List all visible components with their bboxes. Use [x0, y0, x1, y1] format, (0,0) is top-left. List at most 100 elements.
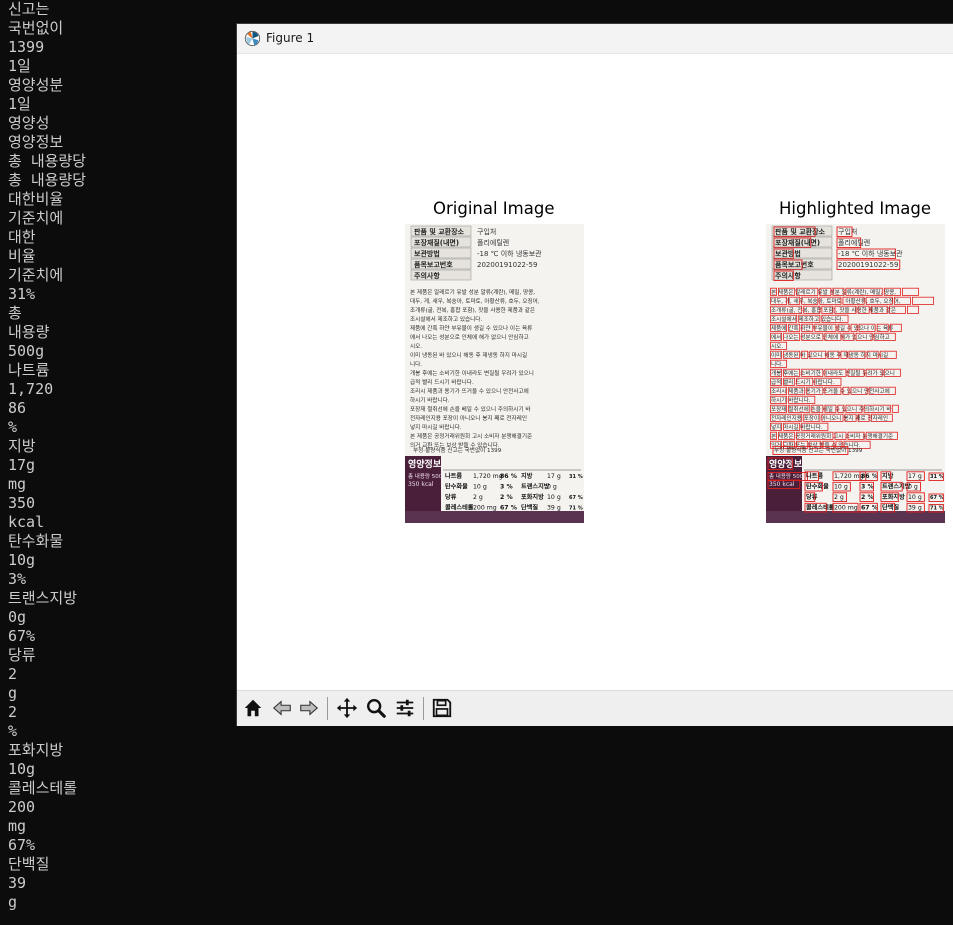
- terminal-line: 기준치에: [8, 266, 64, 284]
- nutrition-kcal: 350 kcal: [769, 481, 795, 488]
- terminal-line: 당류: [8, 646, 36, 664]
- label-row-key: 주의사항: [775, 271, 801, 280]
- label-paragraph-line: 조시설에서 제조하고 있습니다.: [410, 315, 482, 323]
- terminal-line: 영양성: [8, 114, 50, 132]
- terminal-line: 1일: [8, 57, 31, 75]
- terminal-line: 총 내용량당: [8, 171, 87, 189]
- label-paragraph-line: 시오.: [771, 343, 783, 350]
- label-row-value: 20200191022-59: [838, 261, 898, 269]
- zoom-icon: [367, 699, 386, 718]
- terminal-line: 2: [8, 703, 18, 721]
- configure-button[interactable]: [391, 694, 419, 722]
- terminal-output: 신고는 국번없이 1399 1일 영양성분 1일 영양성 영양정보 총 내용량당 총 내용량당 대한…: [8, 0, 86, 912]
- save-button[interactable]: [428, 694, 456, 722]
- label-paragraph-line: 본 제품은 공정거래위원회 고시 소비자 분쟁해결기준: [771, 432, 893, 440]
- label-paragraph-line: 개봉 후에는 소비기한 이내라도 변질될 우려가 있으니: [410, 369, 534, 377]
- nutrition-total: 총 내용량 500 g: [769, 472, 808, 480]
- label-row-key: 보관방법: [414, 249, 440, 258]
- terminal-line: 단백질: [8, 855, 50, 873]
- terminal-line: mg: [8, 817, 27, 835]
- window-title: Figure 1: [266, 31, 315, 45]
- back-button[interactable]: [268, 694, 296, 722]
- home-icon: [244, 699, 262, 717]
- terminal-line: 500g: [8, 342, 45, 360]
- terminal-line: 1일: [8, 95, 31, 113]
- terminal-line: 67%: [8, 627, 36, 645]
- label-row-key: 품목보고번호: [414, 260, 453, 269]
- nutrient-name: 지방: [521, 472, 533, 480]
- nutrient-percent: 67 %: [861, 505, 878, 512]
- nutrient-percent: 3 %: [500, 484, 513, 491]
- nutrient-percent: 71 %: [569, 506, 583, 512]
- matplotlib-icon: [244, 30, 261, 47]
- label-paragraph-line: 조시설에서 제조하고 있습니다.: [771, 315, 843, 323]
- nutrient-amount: 10 g: [547, 494, 561, 501]
- figure-canvas[interactable]: Original Image Highlighted Image 판품 및 교환…: [237, 54, 953, 690]
- nutrient-percent: 67 %: [569, 495, 583, 501]
- terminal-line: 내용량: [8, 323, 50, 341]
- nutrient-name: 콜레스테롤: [806, 504, 835, 512]
- nutrient-percent: 86 %: [500, 473, 517, 480]
- zoom-button[interactable]: [362, 694, 390, 722]
- nutrient-name: 단백질: [521, 504, 538, 512]
- nutrient-name: 나트륨: [806, 472, 823, 480]
- terminal-line: 1,720: [8, 380, 54, 398]
- label-paragraph-line: 하시기 바랍니다.: [771, 396, 811, 404]
- label-paragraph-line: 이미 냉동된 바 있으니 해동 후 재냉동 하지 마시길: [410, 351, 527, 359]
- terminal-line: 86: [8, 399, 27, 417]
- terminal-line: 350: [8, 494, 36, 512]
- label-row-key: 주의사항: [414, 271, 440, 280]
- terminal-line: 기준치에: [8, 209, 64, 227]
- label-paragraph-line: 니다.: [771, 360, 783, 368]
- terminal-line: 콜레스테롤: [8, 779, 78, 797]
- terminal-line: %: [8, 722, 18, 740]
- terminal-line: 10g: [8, 760, 36, 778]
- label-paragraph-line: 급적 빨리 드시기 바랍니다.: [771, 378, 835, 386]
- label-row-key: 판품 및 교환장소: [775, 227, 826, 236]
- terminal-line: 지방: [8, 437, 36, 455]
- highlighted-image: 판품 및 교환장소 구입처 포장재질(내면) 폴리에틸렌 보관방법 -18 ℃ 이하 냉동…: [766, 224, 945, 523]
- terminal-line: 67%: [8, 836, 36, 854]
- label-row-value: 폴리에틸렌: [477, 238, 509, 247]
- window-titlebar[interactable]: Figure 1: [237, 24, 953, 54]
- terminal-line: kcal: [8, 513, 45, 531]
- nutrient-percent: 71 %: [930, 506, 944, 512]
- label-row-value: 20200191022-59: [477, 261, 537, 269]
- axes-title-highlighted: Highlighted Image: [779, 199, 932, 218]
- label-paragraph-line: 대두, 게, 새우, 복숭아, 토마토, 아황산류, 호두, 오징어,: [410, 297, 540, 305]
- pan-button[interactable]: [333, 694, 361, 722]
- terminal-line: 200: [8, 798, 36, 816]
- forward-button[interactable]: [295, 694, 323, 722]
- nutrient-amount: 0 g: [547, 484, 557, 491]
- original-image: 판품 및 교환장소 구입처 포장재질(내면) 폴리에틸렌 보관방법 -18 ℃ 이하 냉동…: [405, 224, 584, 523]
- terminal-line: 탄수화물: [8, 532, 64, 550]
- nutrient-percent: 2 %: [861, 494, 874, 501]
- label-paragraph-line: 이미 냉동된 바 있으니 해동 후 재냉동 하지 마시길: [771, 351, 888, 359]
- figure-window[interactable]: Figure 1 Original Image Highlighted Imag…: [237, 24, 953, 726]
- terminal-line: g: [8, 684, 18, 702]
- terminal-line: 31%: [8, 285, 36, 303]
- label-paragraph-line: 전자레인지용 포장이 아니오니 봉지 째로 전자레인: [410, 414, 527, 422]
- nutrition-title: 영양정보: [408, 458, 442, 470]
- label-paragraph-line: 전자레인지용 포장이 아니오니 봉지 째로 전자레인: [771, 414, 888, 422]
- highlighted-label-svg: 판품 및 교환장소 구입처포장재질(내면) 폴리에틸렌보관방법 -18 ℃ 이하 냉동…: [766, 224, 945, 523]
- terminal-line: 39: [8, 874, 27, 892]
- terminal-line: g: [8, 893, 18, 911]
- label-paragraph-line: 조개류(굴, 전복, 홍합 포함), 잣을 사용한 제품과 같은: [771, 306, 896, 314]
- nutrient-name: 단백질: [882, 504, 899, 512]
- label-row-value: 폴리에틸렌: [838, 238, 870, 247]
- back-icon: [272, 700, 291, 716]
- label-paragraph-line: 본 제품은 알레르기 유발 성분 알류(계란), 메밀, 땅콩,: [771, 288, 896, 296]
- label-paragraph-line: 본 제품은 알레르기 유발 성분 알류(계란), 메밀, 땅콩,: [410, 288, 535, 296]
- label-paragraph-line: 시오.: [410, 343, 422, 350]
- pan-icon: [336, 697, 358, 719]
- label-paragraph-line: 포장재 절취선에 손을 베일 수 있으니 주의하시기 바: [410, 405, 531, 413]
- nutrient-percent: 3 %: [861, 484, 874, 491]
- nutrient-amount: 1,720 mg: [473, 473, 503, 480]
- label-paragraph-line: 대두, 게, 새우, 복숭아, 토마토, 아황산류, 호두, 오징어,: [771, 297, 901, 305]
- terminal-line: 국번없이: [8, 19, 64, 37]
- label-paragraph-line: 니다.: [410, 360, 422, 368]
- home-button[interactable]: [239, 694, 267, 722]
- terminal-line: 포화지방: [8, 741, 64, 759]
- nutrient-name: 당류: [806, 493, 818, 501]
